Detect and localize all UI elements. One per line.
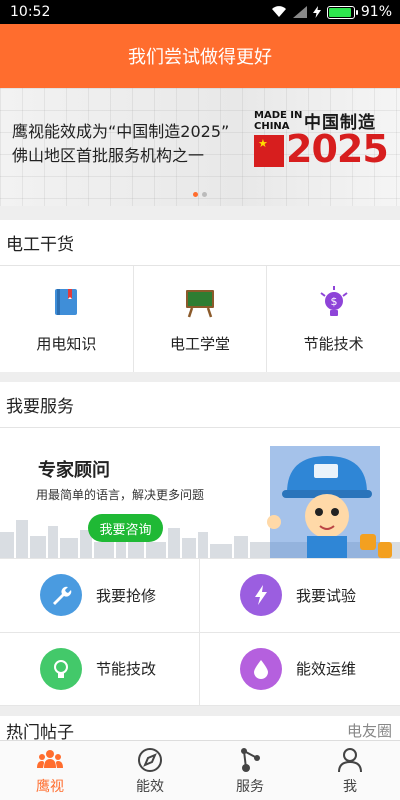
status-time: 10:52 xyxy=(10,4,51,20)
service-energy-retrofit[interactable]: 节能技改 xyxy=(0,632,200,706)
grid-item-label: 用电知识 xyxy=(36,334,97,353)
tab-label: 鹰视 xyxy=(36,778,64,795)
lightning-icon xyxy=(255,585,267,606)
electrician-mascot-illustration xyxy=(267,446,392,558)
section-title-dgs: 电工干货 xyxy=(0,220,400,266)
expert-consult-banner[interactable]: 专家顾问 用最简单的语言，解决更多问题 我要咨询 xyxy=(0,428,400,558)
service-icon-circle xyxy=(40,647,82,690)
battery-icon xyxy=(326,5,358,19)
service-grid: 我要抢修 我要试验 节能技改 能效运维 xyxy=(0,558,400,706)
bottom-tab-bar: 鹰视 能效 服务 我 xyxy=(0,740,400,800)
charging-icon xyxy=(312,6,321,18)
consult-button[interactable]: 我要咨询 xyxy=(88,514,163,542)
app-header: 我们尝试做得更好 xyxy=(0,24,400,88)
wrench-icon xyxy=(53,587,72,606)
logo-year: 2025 xyxy=(286,127,389,171)
service-testing[interactable]: 我要试验 xyxy=(200,559,400,633)
tab-label: 我 xyxy=(343,778,357,795)
banner-carousel[interactable]: 鹰视能效成为“中国制造2025” 佛山地区首批服务机构之一 MADE IN CH… xyxy=(0,88,400,206)
promo-subtitle: 用最简单的语言，解决更多问题 xyxy=(36,488,205,502)
grid-item-label: 节能技术 xyxy=(303,334,364,353)
service-icon-circle xyxy=(240,574,282,617)
tab-me[interactable]: 我 xyxy=(300,741,400,800)
user-icon xyxy=(338,747,362,772)
banner-text: 鹰视能效成为“中国制造2025” 佛山地区首批服务机构之一 xyxy=(12,120,229,168)
made-in-china-2025-logo: MADE IN CHINA 中国制造 2025 xyxy=(254,108,389,178)
service-label: 我要试验 xyxy=(296,586,357,605)
share-icon xyxy=(241,747,260,772)
service-energy-maintenance[interactable]: 能效运维 xyxy=(200,633,400,706)
grid-item-label: 电工学堂 xyxy=(170,334,231,353)
carousel-dot[interactable] xyxy=(202,192,207,197)
service-label: 节能技改 xyxy=(96,660,157,679)
people-icon xyxy=(37,749,63,768)
banner-line-2: 佛山地区首批服务机构之一 xyxy=(12,146,205,165)
banner-line-1: 鹰视能效成为“中国制造2025” xyxy=(12,122,230,141)
grid-item-energy-saving-tech[interactable]: $ 节能技术 xyxy=(267,266,400,372)
tab-home[interactable]: 鹰视 xyxy=(0,741,100,800)
svg-text:$: $ xyxy=(330,295,337,308)
dgs-grid: 用电知识 电工学堂 $ 节能技术 xyxy=(0,266,400,372)
grid-item-electrician-school[interactable]: 电工学堂 xyxy=(134,266,268,372)
battery-percent: 91% xyxy=(360,4,392,20)
tab-label: 服务 xyxy=(236,778,264,795)
service-icon-circle xyxy=(40,574,82,617)
bulb-icon xyxy=(54,659,68,678)
service-emergency-repair[interactable]: 我要抢修 xyxy=(0,559,200,633)
wifi-icon xyxy=(271,6,286,18)
forum-link[interactable]: 电友圈 xyxy=(347,720,392,741)
tab-service[interactable]: 服务 xyxy=(200,741,300,800)
service-icon-circle xyxy=(240,647,282,690)
carousel-indicator xyxy=(193,192,207,197)
tab-energy[interactable]: 能效 xyxy=(100,741,200,800)
section-title-service: 我要服务 xyxy=(0,382,400,428)
book-icon xyxy=(55,288,78,315)
service-label: 能效运维 xyxy=(296,660,357,679)
promo-title: 专家顾问 xyxy=(38,460,110,481)
page-title: 我们尝试做得更好 xyxy=(128,47,272,68)
service-label: 我要抢修 xyxy=(96,586,157,605)
status-bar: 10:52 91% xyxy=(0,0,400,24)
china-flag-icon xyxy=(254,135,284,167)
lightbulb-dollar-icon: $ xyxy=(320,285,348,316)
signal-icon xyxy=(292,6,307,18)
blackboard-icon xyxy=(186,289,214,317)
drop-icon xyxy=(254,659,268,679)
grid-item-electricity-knowledge[interactable]: 用电知识 xyxy=(0,266,134,372)
tab-label: 能效 xyxy=(136,778,164,795)
compass-icon xyxy=(138,747,162,772)
carousel-dot[interactable] xyxy=(193,192,198,197)
status-icons: 91% xyxy=(271,4,392,20)
